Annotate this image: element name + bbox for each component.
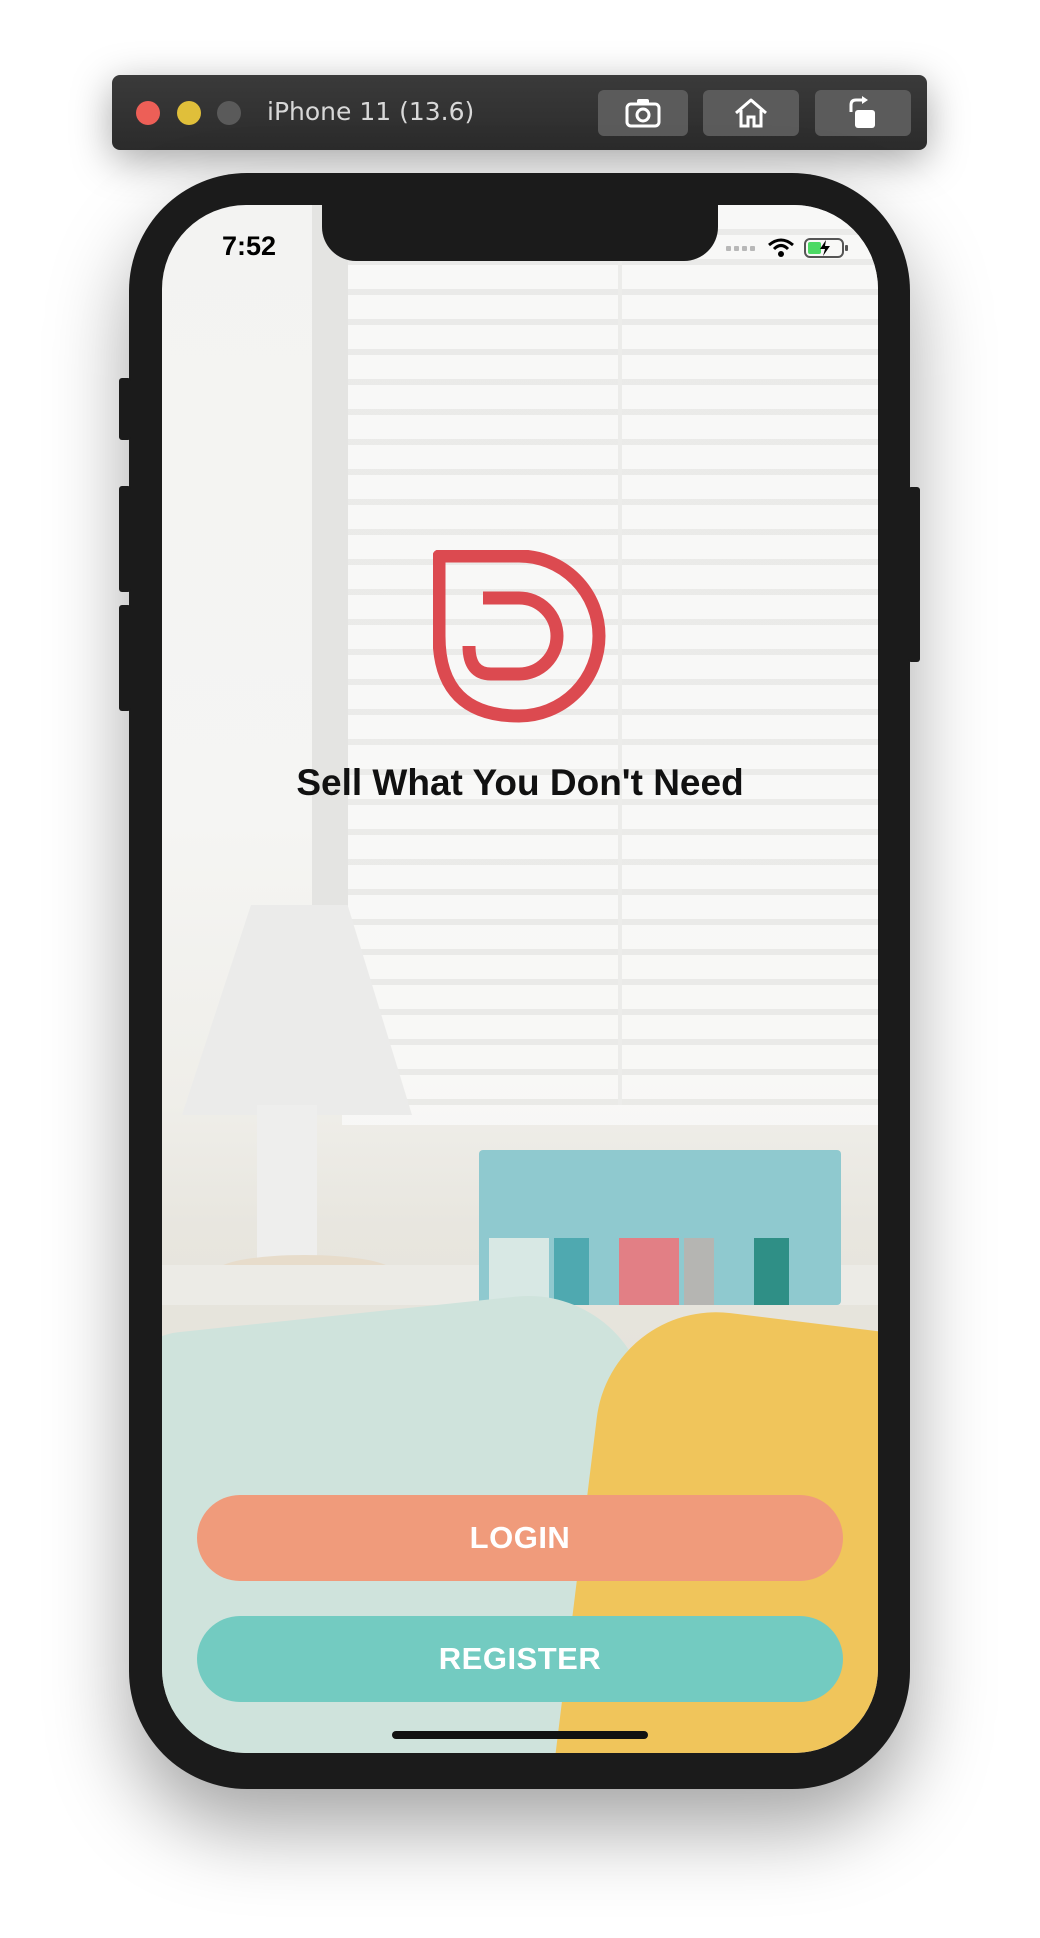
camera-icon: [625, 99, 661, 128]
volume-up-button: [119, 486, 131, 592]
mute-switch: [119, 378, 131, 440]
home-indicator[interactable]: [392, 1731, 648, 1739]
rotate-button[interactable]: [815, 90, 911, 136]
background-window-divider: [618, 205, 622, 1105]
home-button[interactable]: [703, 90, 799, 136]
status-icons: [726, 237, 850, 259]
simulator-toolbar: iPhone 11 (13.6): [112, 75, 927, 150]
background-blinds: [342, 205, 878, 1125]
d-logo-icon: [433, 550, 606, 723]
app-screen: 7:52 Sell What You Don't Need LOGIN REGI…: [162, 205, 878, 1753]
rotate-icon: [849, 96, 875, 128]
status-time: 7:52: [222, 231, 277, 261]
login-button[interactable]: LOGIN: [197, 1495, 843, 1581]
background-lamp-stem: [257, 1105, 317, 1275]
register-button[interactable]: REGISTER: [197, 1616, 843, 1702]
battery-charging-icon: [804, 238, 848, 258]
close-window-button[interactable]: [136, 101, 160, 125]
tagline: Sell What You Don't Need: [296, 762, 744, 803]
minimize-window-button[interactable]: [177, 101, 201, 125]
simulator-title: iPhone 11 (13.6): [267, 97, 475, 126]
signal-icon: [726, 246, 755, 251]
home-icon: [735, 98, 767, 128]
background-box: [479, 1150, 841, 1305]
screenshot-button[interactable]: [598, 90, 688, 136]
volume-down-button: [119, 605, 131, 711]
wifi-icon: [768, 238, 794, 257]
power-button: [908, 487, 920, 662]
notch: [322, 205, 718, 261]
zoom-window-button[interactable]: [217, 101, 241, 125]
